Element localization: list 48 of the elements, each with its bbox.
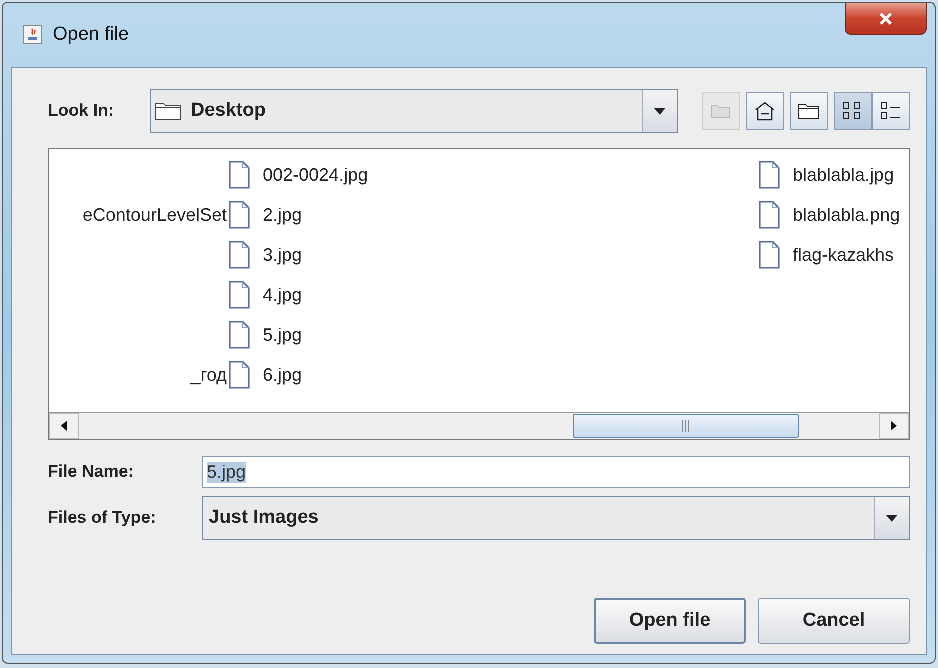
caret-icon xyxy=(654,108,666,114)
coffee-cup-icon xyxy=(23,25,43,45)
list-button[interactable] xyxy=(834,92,872,130)
home-button[interactable] xyxy=(746,92,784,130)
scrollbar-thumb[interactable] xyxy=(573,414,799,438)
look-in-label: Look In: xyxy=(48,101,116,121)
cancel-button[interactable]: Cancel xyxy=(758,598,910,644)
file-icon xyxy=(229,361,251,389)
details-view-icon xyxy=(880,101,902,121)
look-in-dropdown[interactable]: Desktop xyxy=(150,89,678,133)
file-list-item[interactable]: blablabla.jpg xyxy=(791,164,896,186)
left-arrow-icon xyxy=(61,421,67,431)
file-icon xyxy=(229,321,251,349)
caret-icon xyxy=(886,514,898,522)
file-list-item[interactable]: flag-kazakhs xyxy=(791,244,896,266)
file-icon xyxy=(229,161,251,189)
file-list-item[interactable]: blablabla.png xyxy=(791,204,902,226)
file-list-item[interactable]: 5.jpg xyxy=(261,324,304,346)
right-arrow-icon xyxy=(891,421,897,431)
file-type-label: Files of Type: xyxy=(48,508,158,528)
folder-icon xyxy=(711,103,731,119)
horizontal-scrollbar[interactable] xyxy=(49,412,909,439)
file-list-item[interactable]: 002-0024.jpg xyxy=(261,164,370,186)
folder-icon xyxy=(155,101,183,121)
file-type-dropdown[interactable]: Just Images xyxy=(202,496,910,540)
open-file-button[interactable]: Open file xyxy=(594,598,746,644)
window-title: Open file xyxy=(53,24,130,46)
folder-icon xyxy=(798,102,820,120)
file-list-item[interactable]: 3.jpg xyxy=(261,244,304,266)
new-folder-button[interactable] xyxy=(790,92,828,130)
close-icon xyxy=(878,12,894,26)
file-icon xyxy=(759,241,781,269)
file-name-field[interactable]: 5.jpg xyxy=(202,456,910,488)
details-button[interactable] xyxy=(872,92,910,130)
file-icon xyxy=(759,161,781,189)
file-icon xyxy=(759,201,781,229)
file-list-item[interactable]: _год xyxy=(188,355,229,395)
home-icon xyxy=(754,101,776,121)
file-icon xyxy=(229,281,251,309)
file-list-item[interactable]: 2.jpg xyxy=(261,204,304,226)
close-button[interactable] xyxy=(845,3,927,35)
file-list-item[interactable]: 6.jpg xyxy=(261,364,304,386)
file-name-label: File Name: xyxy=(48,462,135,482)
file-list-item[interactable]: eContourLevelSet xyxy=(80,195,229,235)
file-list-item[interactable]: 4.jpg xyxy=(261,284,304,306)
grip-icon xyxy=(682,420,690,432)
file-icon xyxy=(229,241,251,269)
file-icon xyxy=(229,201,251,229)
